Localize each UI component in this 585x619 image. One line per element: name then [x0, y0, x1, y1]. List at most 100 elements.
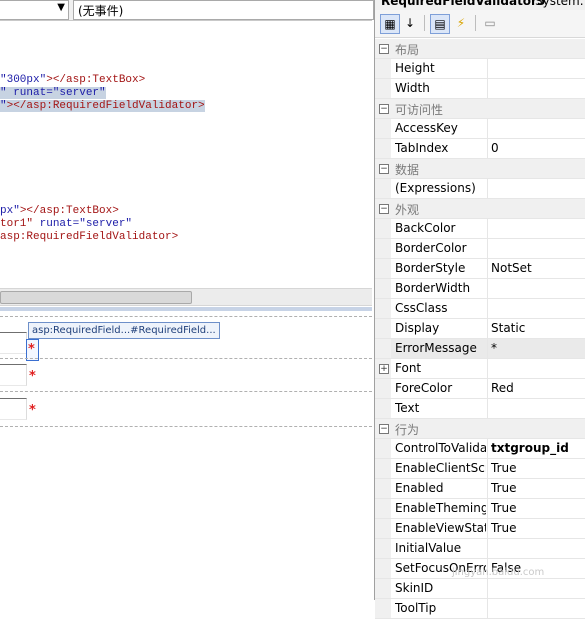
property-value[interactable] — [487, 79, 585, 98]
property-row[interactable]: + Font — [375, 359, 585, 379]
categorized-icon[interactable]: ▦ — [380, 14, 400, 34]
property-category[interactable]: − 可访问性 — [375, 99, 585, 119]
property-category[interactable]: − 行为 — [375, 419, 585, 439]
property-name: Font — [395, 361, 422, 375]
property-row[interactable]: Width — [375, 79, 585, 99]
collapse-icon[interactable]: − — [379, 204, 389, 214]
property-pages-icon[interactable]: ▭ — [481, 14, 499, 32]
property-row[interactable]: InitialValue — [375, 539, 585, 559]
property-row[interactable]: ToolTip — [375, 599, 585, 619]
property-row[interactable]: SkinID — [375, 579, 585, 599]
property-row[interactable]: Text — [375, 399, 585, 419]
collapse-icon[interactable]: − — [379, 104, 389, 114]
property-value[interactable] — [487, 579, 585, 598]
textbox-control[interactable] — [0, 364, 27, 386]
scrollbar-thumb[interactable] — [0, 291, 192, 304]
collapse-icon[interactable]: − — [379, 164, 389, 174]
row-divider — [0, 316, 372, 317]
row-gutter — [375, 299, 391, 318]
row-gutter — [375, 459, 391, 478]
textbox-control[interactable] — [0, 332, 27, 354]
textbox-control[interactable] — [0, 398, 27, 420]
property-value[interactable] — [487, 239, 585, 258]
smart-tag[interactable]: asp:RequiredField...#RequiredField... — [28, 322, 220, 339]
row-gutter — [375, 259, 391, 278]
property-row[interactable]: ControlToValidate txtgroup_id — [375, 439, 585, 459]
property-row[interactable]: BackColor — [375, 219, 585, 239]
property-row[interactable]: CssClass — [375, 299, 585, 319]
property-row[interactable]: (Expressions) — [375, 179, 585, 199]
row-gutter — [375, 179, 391, 198]
property-value[interactable] — [487, 279, 585, 298]
event-bar: ▼ (无事件) — [0, 0, 374, 21]
property-value[interactable] — [487, 219, 585, 238]
code-line: asp:RequiredFieldValidator> — [0, 231, 179, 243]
property-value[interactable]: Static — [487, 319, 585, 338]
property-name: BorderStyle — [395, 261, 466, 275]
row-gutter — [375, 379, 391, 398]
code-line: px"></asp:TextBox> — [0, 205, 119, 217]
property-value[interactable] — [487, 299, 585, 318]
property-row[interactable]: ErrorMessage * — [375, 339, 585, 359]
expand-icon[interactable]: + — [379, 364, 389, 374]
properties-object-selector[interactable]: RequiredFieldValidator5 System.W — [375, 0, 585, 10]
property-value[interactable]: 0 — [487, 139, 585, 158]
property-row[interactable]: EnableClientScript True — [375, 459, 585, 479]
property-value[interactable]: * — [487, 339, 585, 358]
property-row[interactable]: TabIndex 0 — [375, 139, 585, 159]
row-gutter — [375, 599, 391, 618]
events-icon[interactable]: ⚡ — [452, 14, 470, 32]
category-label: 布局 — [395, 43, 420, 57]
property-row[interactable]: BorderWidth — [375, 279, 585, 299]
property-name: Height — [395, 61, 435, 75]
property-row[interactable]: Display Static — [375, 319, 585, 339]
event-combo[interactable]: (无事件) — [73, 0, 374, 20]
source-view[interactable]: "300px"></asp:TextBox> " runat="server" … — [0, 22, 372, 284]
property-name: InitialValue — [395, 541, 462, 555]
properties-icon[interactable]: ▤ — [430, 14, 450, 34]
property-name: ErrorMessage — [395, 341, 477, 355]
property-row[interactable]: ForeColor Red — [375, 379, 585, 399]
property-value[interactable]: True — [487, 479, 585, 498]
collapse-icon[interactable]: − — [379, 44, 389, 54]
property-row[interactable]: Height — [375, 59, 585, 79]
collapse-icon[interactable]: − — [379, 424, 389, 434]
code-line-selected: "></asp:RequiredFieldValidator> — [0, 100, 205, 112]
property-value[interactable] — [487, 59, 585, 78]
view-splitter[interactable] — [0, 307, 372, 311]
property-row[interactable]: BorderStyle NotSet — [375, 259, 585, 279]
property-value[interactable]: NotSet — [487, 259, 585, 278]
property-value[interactable]: Red — [487, 379, 585, 398]
property-value[interactable]: True — [487, 459, 585, 478]
property-row[interactable]: AccessKey — [375, 119, 585, 139]
validator-star[interactable]: * — [29, 369, 36, 384]
design-view[interactable]: asp:RequiredField...#RequiredField... * … — [0, 312, 372, 600]
property-row[interactable]: BorderColor — [375, 239, 585, 259]
property-name: EnableTheming — [395, 501, 486, 515]
property-category[interactable]: − 数据 — [375, 159, 585, 179]
horizontal-scrollbar[interactable] — [0, 288, 372, 306]
property-value[interactable] — [487, 539, 585, 558]
row-gutter — [375, 119, 391, 138]
property-value[interactable] — [487, 599, 585, 618]
validator-star[interactable]: * — [29, 403, 36, 418]
property-row[interactable]: EnableViewState True — [375, 519, 585, 539]
property-name: EnableClientScript — [395, 461, 486, 475]
property-value[interactable]: txtgroup_id — [487, 439, 585, 458]
property-category[interactable]: − 外观 — [375, 199, 585, 219]
property-row[interactable]: EnableTheming True — [375, 499, 585, 519]
property-row[interactable]: Enabled True — [375, 479, 585, 499]
property-value[interactable] — [487, 359, 585, 378]
property-value[interactable] — [487, 119, 585, 138]
property-value-text: True — [491, 501, 517, 515]
property-value[interactable]: True — [487, 499, 585, 518]
property-value[interactable]: True — [487, 519, 585, 538]
property-value[interactable] — [487, 399, 585, 418]
property-category[interactable]: − 布局 — [375, 39, 585, 59]
object-combo[interactable]: ▼ — [0, 0, 69, 20]
category-label: 行为 — [395, 423, 420, 437]
chevron-down-icon[interactable]: ▼ — [57, 2, 65, 13]
toolbar-separator — [475, 15, 476, 31]
property-value[interactable] — [487, 179, 585, 198]
alphabetical-icon[interactable]: ↓ — [401, 14, 419, 32]
